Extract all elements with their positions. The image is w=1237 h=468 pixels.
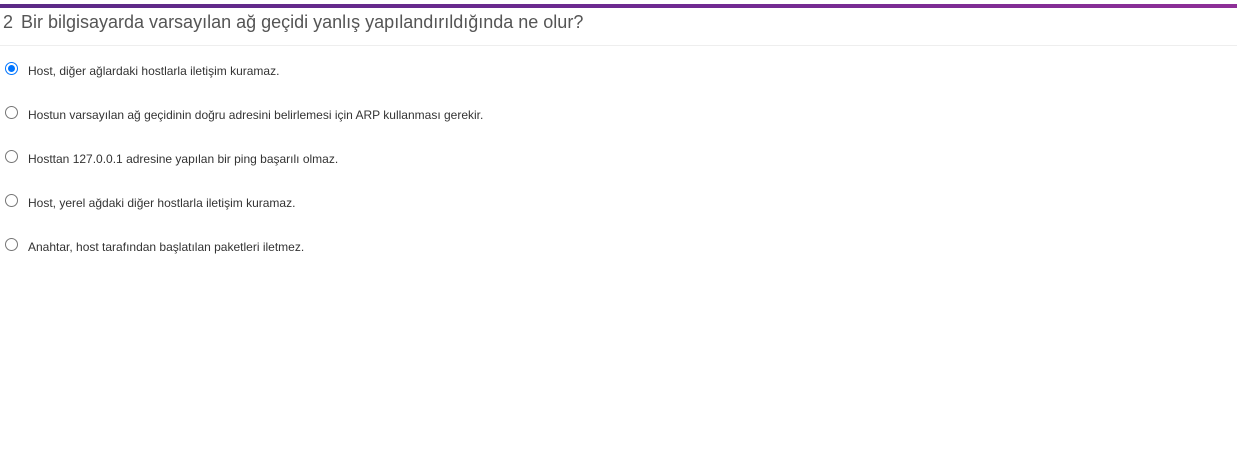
- question-text: Bir bilgisayarda varsayılan ağ geçidi ya…: [21, 12, 584, 32]
- option-label[interactable]: Host, diğer ağlardaki hostlarla iletişim…: [28, 64, 279, 78]
- radio-selected-dot: [8, 65, 15, 72]
- option-label[interactable]: Host, yerel ağdaki diğer hostlarla ileti…: [28, 196, 295, 210]
- question-number: 2: [3, 12, 14, 32]
- answer-options: Host, diğer ağlardaki hostlarla iletişim…: [0, 58, 1237, 278]
- question-header: 2 Bir bilgisayarda varsayılan ağ geçidi …: [0, 8, 1237, 46]
- radio-button[interactable]: [5, 106, 18, 119]
- radio-button[interactable]: [5, 62, 18, 75]
- answer-option[interactable]: Hostun varsayılan ağ geçidinin doğru adr…: [0, 102, 1237, 146]
- option-label[interactable]: Anahtar, host tarafından başlatılan pake…: [28, 240, 304, 254]
- radio-button[interactable]: [5, 238, 18, 251]
- option-label[interactable]: Hosttan 127.0.0.1 adresine yapılan bir p…: [28, 152, 338, 166]
- answer-option[interactable]: Hosttan 127.0.0.1 adresine yapılan bir p…: [0, 146, 1237, 190]
- option-label[interactable]: Hostun varsayılan ağ geçidinin doğru adr…: [28, 108, 483, 122]
- answer-option[interactable]: Anahtar, host tarafından başlatılan pake…: [0, 234, 1237, 278]
- answer-option[interactable]: Host, yerel ağdaki diğer hostlarla ileti…: [0, 190, 1237, 234]
- radio-button[interactable]: [5, 194, 18, 207]
- answer-option[interactable]: Host, diğer ağlardaki hostlarla iletişim…: [0, 58, 1237, 102]
- radio-button[interactable]: [5, 150, 18, 163]
